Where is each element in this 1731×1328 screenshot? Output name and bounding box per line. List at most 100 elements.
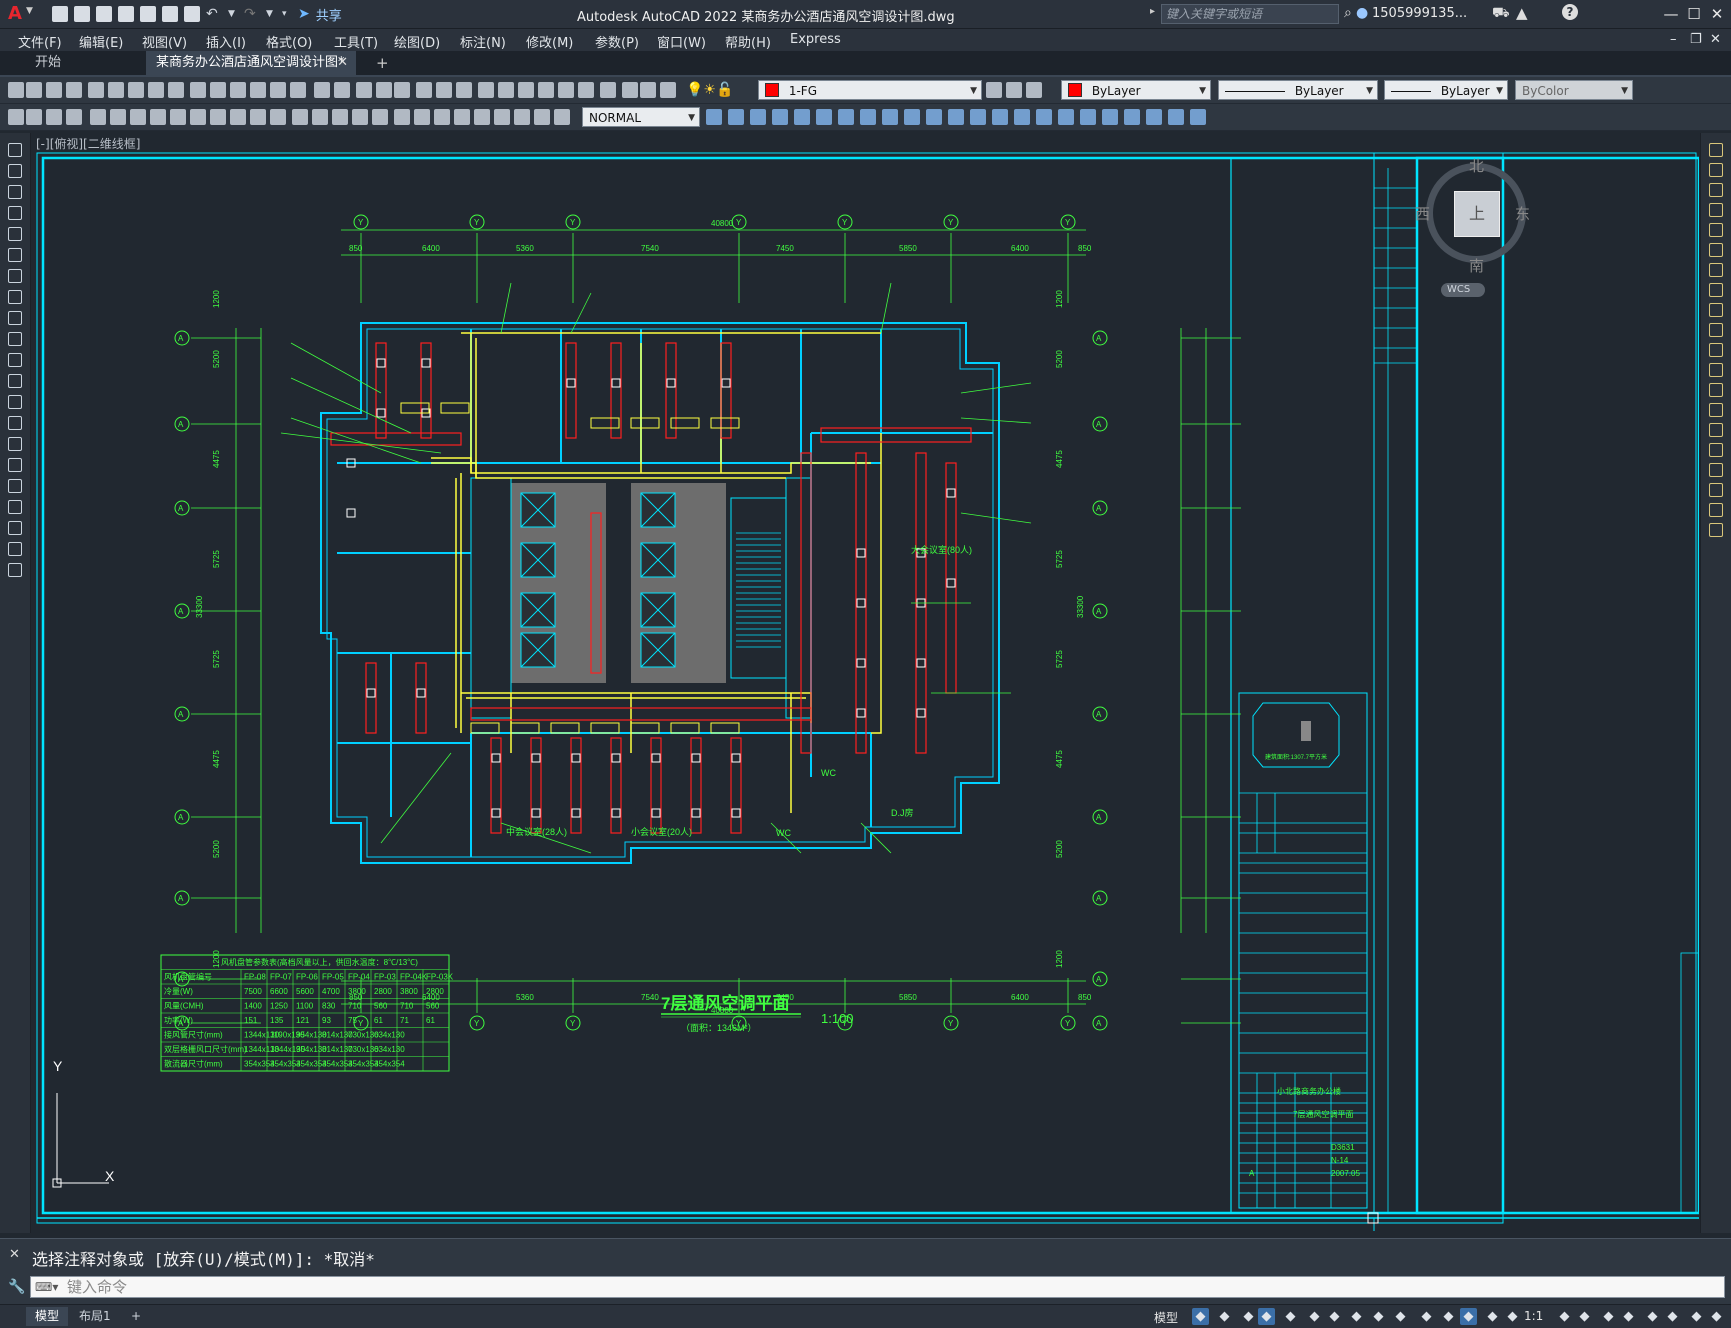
layer-tool-icon[interactable] bbox=[1006, 82, 1022, 98]
linetype-dropdown[interactable]: ByLayer ▼ bbox=[1218, 80, 1378, 100]
draw-tool-icon[interactable] bbox=[8, 290, 22, 304]
modify-tool-icon[interactable] bbox=[970, 109, 986, 125]
color-dropdown[interactable]: ByLayer ▼ bbox=[1061, 80, 1211, 100]
dimension-tool-icon[interactable] bbox=[210, 109, 226, 125]
draw-tool-icon[interactable] bbox=[8, 500, 22, 514]
menu-modify[interactable]: 修改(M) bbox=[526, 32, 573, 51]
dimension-tool-icon[interactable] bbox=[292, 109, 308, 125]
app-menu-chevron-icon[interactable]: ▼ bbox=[26, 6, 33, 16]
minimize-icon[interactable]: — bbox=[1660, 4, 1682, 24]
dimension-tool-icon[interactable] bbox=[170, 109, 186, 125]
dimension-tool-icon[interactable] bbox=[46, 109, 62, 125]
undo-dropdown-icon[interactable]: ▼ bbox=[228, 9, 238, 19]
modify-tool-icon[interactable] bbox=[728, 109, 744, 125]
toolbar-tool-icon[interactable] bbox=[26, 82, 42, 98]
close-tab-icon[interactable]: ✕ bbox=[337, 51, 348, 75]
toolbar-tool-icon[interactable] bbox=[578, 82, 594, 98]
dimension-tool-icon[interactable] bbox=[514, 109, 530, 125]
draw-tool-icon[interactable] bbox=[8, 542, 22, 556]
viewcube[interactable]: 上 北 南 东 西 WCS bbox=[1415, 155, 1531, 297]
new-icon[interactable] bbox=[52, 6, 68, 22]
modify-tool-icon[interactable] bbox=[1709, 223, 1723, 237]
menu-express[interactable]: Express bbox=[790, 32, 841, 47]
modify-tool-icon[interactable] bbox=[1709, 343, 1723, 357]
dimension-tool-icon[interactable] bbox=[110, 109, 126, 125]
autocad-logo-icon[interactable]: A bbox=[8, 3, 22, 24]
modify-tool-icon[interactable] bbox=[838, 109, 854, 125]
open-icon[interactable] bbox=[74, 6, 90, 22]
dimension-tool-icon[interactable] bbox=[474, 109, 490, 125]
toolbar-tool-icon[interactable] bbox=[416, 82, 432, 98]
menu-dimension[interactable]: 标注(N) bbox=[460, 32, 506, 51]
status-toggle-icon[interactable]: ◆ bbox=[1620, 1308, 1637, 1325]
modify-tool-icon[interactable] bbox=[1709, 163, 1723, 177]
modify-tool-icon[interactable] bbox=[1709, 143, 1723, 157]
toolbar-tool-icon[interactable] bbox=[66, 82, 82, 98]
toolbar-tool-icon[interactable] bbox=[436, 82, 452, 98]
status-toggle-icon[interactable]: ◆ bbox=[1192, 1308, 1209, 1325]
status-toggle-icon[interactable]: ◆ bbox=[1600, 1308, 1617, 1325]
viewcube-south[interactable]: 南 bbox=[1469, 255, 1484, 276]
status-toggle-icon[interactable]: ◆ bbox=[1576, 1308, 1593, 1325]
cart-icon[interactable]: ⛟ bbox=[1492, 5, 1510, 23]
menu-format[interactable]: 格式(O) bbox=[266, 32, 312, 51]
modify-tool-icon[interactable] bbox=[1102, 109, 1118, 125]
modify-tool-icon[interactable] bbox=[860, 109, 876, 125]
modify-tool-icon[interactable] bbox=[1709, 443, 1723, 457]
menu-parametric[interactable]: 参数(P) bbox=[595, 32, 639, 51]
menu-help[interactable]: 帮助(H) bbox=[725, 32, 771, 51]
dimension-tool-icon[interactable] bbox=[8, 109, 24, 125]
status-toggle-icon[interactable]: ◆ bbox=[1504, 1308, 1521, 1325]
modify-tool-icon[interactable] bbox=[706, 109, 722, 125]
share-button[interactable]: 共享 bbox=[316, 5, 342, 24]
modify-tool-icon[interactable] bbox=[1168, 109, 1184, 125]
new-tab-button[interactable]: + bbox=[366, 51, 399, 75]
draw-tool-icon[interactable] bbox=[8, 395, 22, 409]
toolbar-tool-icon[interactable] bbox=[314, 82, 330, 98]
modify-tool-icon[interactable] bbox=[1124, 109, 1140, 125]
status-toggle-icon[interactable]: ◆ bbox=[1460, 1308, 1477, 1325]
new-layout-button[interactable]: + bbox=[122, 1307, 150, 1326]
status-toggle-icon[interactable]: ◆ bbox=[1484, 1308, 1501, 1325]
status-toggle-icon[interactable]: ◆ bbox=[1240, 1308, 1257, 1325]
menu-draw[interactable]: 绘图(D) bbox=[394, 32, 440, 51]
redo-dropdown-icon[interactable]: ▼ bbox=[266, 9, 276, 19]
modify-tool-icon[interactable] bbox=[1709, 363, 1723, 377]
dimension-tool-icon[interactable] bbox=[372, 109, 388, 125]
status-toggle-icon[interactable]: ◆ bbox=[1556, 1308, 1573, 1325]
layer-tool-icon[interactable] bbox=[1026, 82, 1042, 98]
modify-tool-icon[interactable] bbox=[1709, 503, 1723, 517]
menu-file[interactable]: 文件(F) bbox=[18, 32, 62, 51]
dimension-tool-icon[interactable] bbox=[130, 109, 146, 125]
doc-close-icon[interactable]: ✕ bbox=[1710, 32, 1721, 47]
search-expand-icon[interactable]: ▸ bbox=[1150, 6, 1155, 17]
dimension-tool-icon[interactable] bbox=[90, 109, 106, 125]
search-icon[interactable]: ⌕ bbox=[1344, 5, 1352, 21]
status-toggle-icon[interactable]: ◆ bbox=[1644, 1308, 1661, 1325]
customize-command-icon[interactable]: 🔧 bbox=[8, 1279, 25, 1295]
redo-icon[interactable]: ↷ bbox=[244, 7, 260, 21]
layout-tab-model[interactable]: 模型 bbox=[26, 1307, 69, 1326]
dimension-tool-icon[interactable] bbox=[434, 109, 450, 125]
restore-icon[interactable]: ☐ bbox=[1683, 4, 1705, 24]
dimension-tool-icon[interactable] bbox=[312, 109, 328, 125]
modify-tool-icon[interactable] bbox=[882, 109, 898, 125]
toolbar-tool-icon[interactable] bbox=[394, 82, 410, 98]
layer-tool-icon[interactable] bbox=[986, 82, 1002, 98]
toolbar-tool-icon[interactable] bbox=[498, 82, 514, 98]
modify-tool-icon[interactable] bbox=[816, 109, 832, 125]
draw-tool-icon[interactable] bbox=[8, 353, 22, 367]
dimension-tool-icon[interactable] bbox=[332, 109, 348, 125]
dimension-tool-icon[interactable] bbox=[230, 109, 246, 125]
modify-tool-icon[interactable] bbox=[750, 109, 766, 125]
tab-drawing[interactable]: 某商务办公酒店通风空调设计图* ✕ bbox=[146, 51, 356, 75]
dimension-tool-icon[interactable] bbox=[554, 109, 570, 125]
save-icon[interactable] bbox=[96, 6, 112, 22]
modify-tool-icon[interactable] bbox=[1709, 423, 1723, 437]
toolbar-tool-icon[interactable] bbox=[334, 82, 350, 98]
draw-tool-icon[interactable] bbox=[8, 521, 22, 535]
status-toggle-icon[interactable]: ◆ bbox=[1306, 1308, 1323, 1325]
toolbar-tool-icon[interactable] bbox=[640, 82, 656, 98]
layer-dropdown[interactable]: 1-FG ▼ bbox=[758, 80, 982, 100]
toolbar-tool-icon[interactable] bbox=[660, 82, 676, 98]
